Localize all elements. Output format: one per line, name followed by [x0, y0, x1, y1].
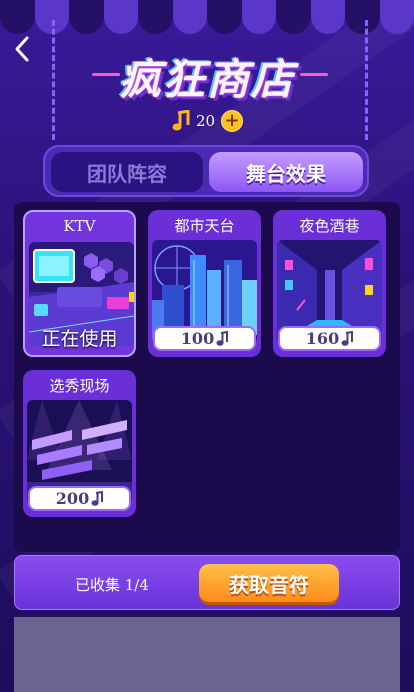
music-note-icon	[172, 110, 190, 131]
coin-balance: 20 +	[172, 108, 244, 134]
item-name: KTV	[63, 217, 96, 235]
item-name: 都市天台	[174, 217, 235, 235]
price-tag: 200	[28, 486, 131, 511]
item-card-ktv[interactable]: KTV 正在使用	[23, 210, 136, 357]
collected-count: 已收集 1/4	[75, 576, 149, 594]
get-notes-button[interactable]: 获取音符	[199, 564, 339, 602]
price-value: 100	[180, 329, 215, 348]
item-card-night-alley[interactable]: 夜色酒巷 160	[273, 210, 386, 357]
coin-count: 20	[196, 112, 216, 130]
tab-stage-effects[interactable]: 舞台效果	[209, 152, 363, 192]
music-note-icon	[341, 330, 354, 346]
item-name: 夜色酒巷	[299, 217, 360, 235]
tab-team-lineup[interactable]: 团队阵容	[51, 152, 203, 192]
item-card-city-rooftop[interactable]: 都市天台 100	[148, 210, 261, 357]
add-coins-button[interactable]: +	[221, 110, 244, 132]
price-tag: 160	[278, 326, 381, 351]
price-tag: 100	[153, 326, 256, 351]
item-card-talent-show[interactable]: 选秀现场 200	[23, 370, 136, 517]
music-note-icon	[91, 490, 104, 506]
price-value: 160	[305, 329, 340, 348]
price-value: 200	[55, 489, 90, 508]
music-note-icon	[216, 330, 229, 346]
in-use-label: 正在使用	[41, 328, 118, 350]
tab-bar: 团队阵容 舞台效果	[43, 145, 369, 197]
page-title: 疯狂商店	[118, 55, 295, 104]
bottom-area	[14, 617, 400, 692]
plus-icon: +	[224, 110, 240, 131]
footer-bar: 已收集 1/4 获取音符	[14, 555, 400, 610]
back-button[interactable]	[10, 34, 36, 64]
chevron-left-icon	[15, 36, 29, 62]
item-name: 选秀现场	[49, 377, 110, 395]
